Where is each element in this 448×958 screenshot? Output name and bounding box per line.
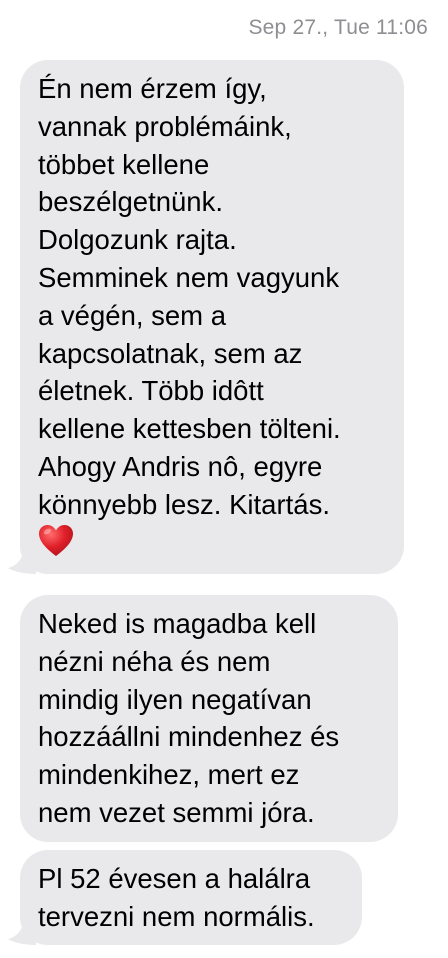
received-message-bubble[interactable]: Pl 52 évesen a halálra tervezni nem norm… — [20, 850, 362, 945]
message-line: Neked is magadba kell — [38, 608, 317, 639]
message-line: életnek. Több idôtt — [38, 375, 264, 407]
message-line: hozzáállni mindenhez és — [38, 721, 340, 753]
message-line: Én nem érzem így, — [38, 73, 267, 104]
message-line: beszélgetnünk. — [38, 186, 223, 218]
message-line: Ahogy Andris nô, egyre — [38, 450, 323, 482]
bubble-tail — [8, 921, 36, 945]
message-line: a végén, sem a — [38, 299, 227, 331]
bubble-tail — [8, 550, 36, 574]
received-message-bubble[interactable]: Neked is magadba kell nézni néha és nem … — [20, 595, 398, 842]
message-line: tervezni nem normális. — [38, 900, 315, 932]
message-line: Pl 52 évesen a halálra — [38, 863, 311, 894]
message-line: könnyebb lesz. Kitartás. — [38, 488, 330, 520]
message-timestamp: Sep 27., Tue 11:06 — [248, 16, 428, 39]
message-line: nem vezet semmi jóra. — [38, 796, 315, 828]
message-line: mindig ilyen negatívan — [38, 683, 312, 715]
message-line: nézni néha és nem — [38, 645, 271, 677]
message-line: mindenkihez, mert ez — [38, 759, 300, 791]
message-line: többet kellene — [38, 148, 210, 180]
message-line: Semminek nem vagyunk — [38, 261, 340, 293]
message-line: kellene kettesben tölteni. — [38, 413, 341, 445]
emoji-line — [38, 524, 386, 564]
message-line: Dolgozunk rajta. — [38, 224, 237, 256]
received-message-bubble[interactable]: Én nem érzem így, vannak problémáink, tö… — [20, 60, 404, 574]
message-line: vannak problémáink, — [38, 110, 292, 142]
red-heart-emoji-icon — [39, 524, 73, 556]
message-line: kapcsolatnak, sem az — [38, 337, 303, 369]
